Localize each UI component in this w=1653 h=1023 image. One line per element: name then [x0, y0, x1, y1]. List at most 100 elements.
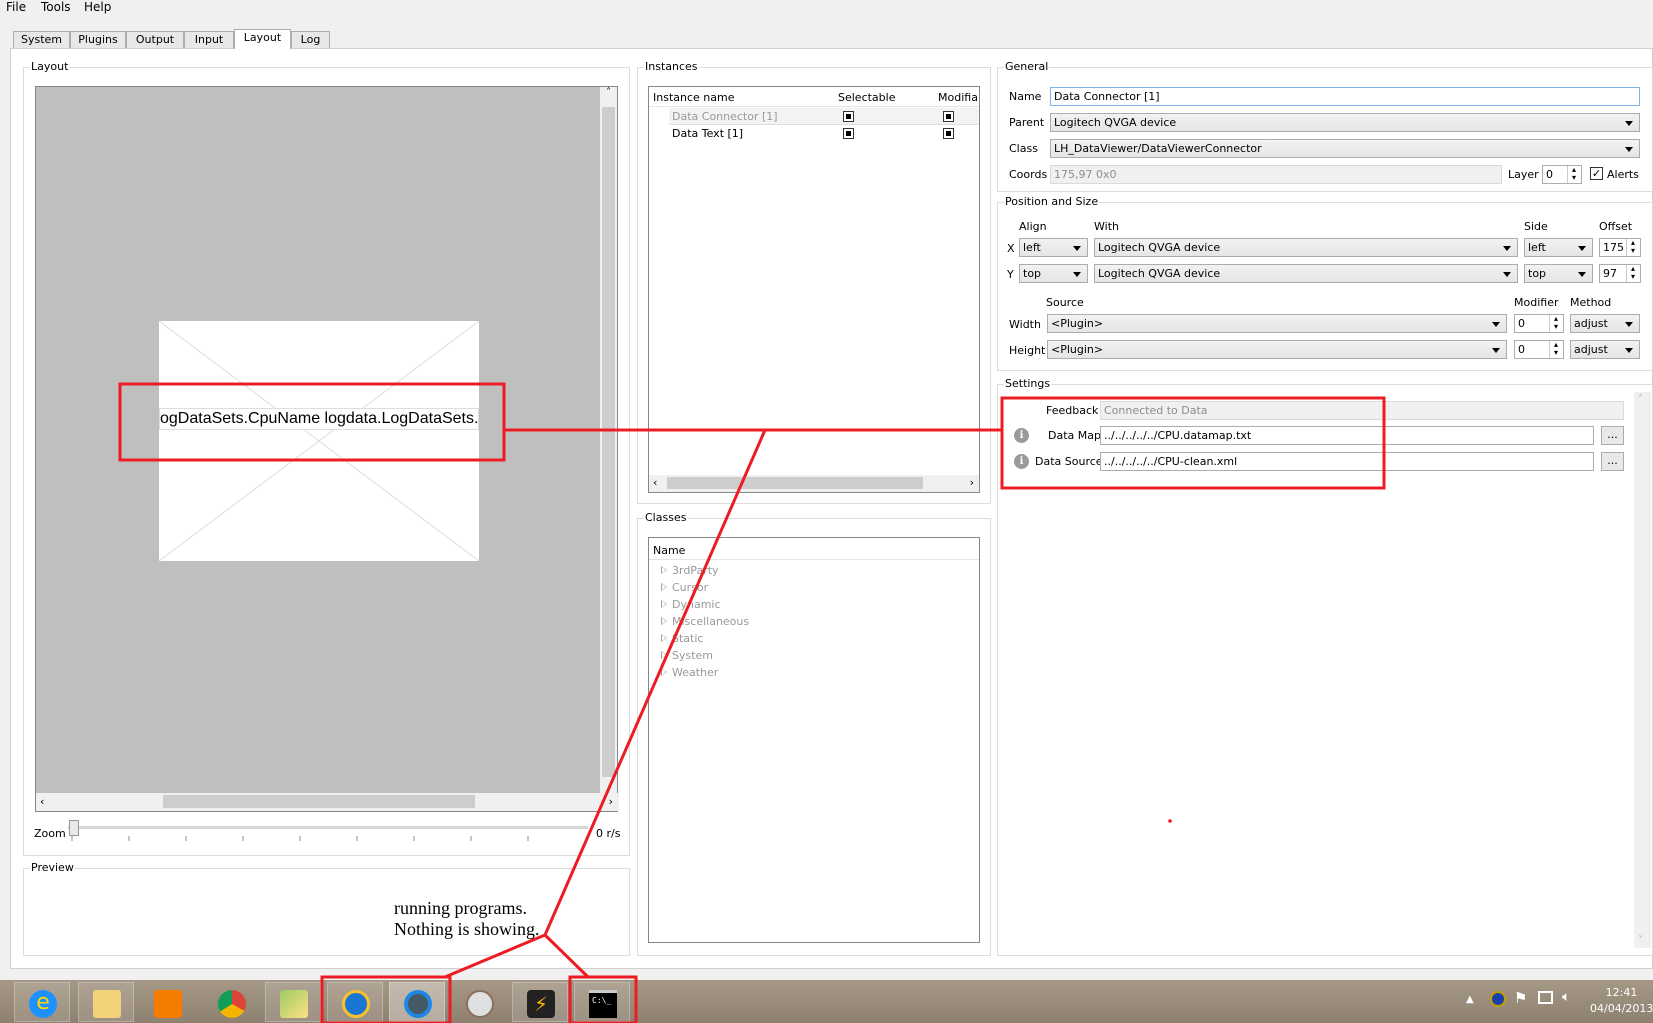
data-map-input[interactable]: ../../../../../CPU.datamap.txt	[1100, 426, 1594, 445]
horizontal-scroll-thumb[interactable]	[163, 795, 475, 808]
layer-spinbox[interactable]: 0	[1542, 165, 1582, 184]
scroll-up-icon[interactable]: ˄	[1638, 394, 1643, 405]
network-icon[interactable]	[1538, 991, 1553, 1004]
taskbar-file-explorer[interactable]	[78, 982, 134, 1022]
info-icon[interactable]: i	[1014, 428, 1029, 443]
data-text-widget[interactable]: ogDataSets.CpuName logdata.LogDataSets.	[159, 408, 479, 430]
data-map-label: Data Map	[1048, 429, 1101, 442]
tab-input[interactable]: Input	[184, 31, 234, 49]
instance-row[interactable]: Data Text [1]	[669, 125, 979, 142]
parent-select[interactable]: Logitech QVGA device	[1050, 113, 1640, 132]
height-method-select[interactable]: adjust	[1570, 340, 1640, 359]
x-side-select[interactable]: left	[1524, 238, 1593, 257]
expand-icon[interactable]	[661, 651, 667, 659]
scroll-right-icon[interactable]: ›	[970, 476, 974, 489]
taskbar-command-prompt[interactable]: C:\_	[574, 982, 630, 1022]
show-hidden-icons[interactable]: ▲	[1466, 994, 1474, 1005]
y-align-select[interactable]: top	[1019, 264, 1088, 283]
scroll-left-icon[interactable]: ‹	[40, 795, 44, 808]
selectable-checkbox[interactable]	[843, 111, 854, 122]
col-instance-name[interactable]: Instance name	[653, 91, 734, 104]
expand-icon[interactable]	[661, 600, 667, 608]
info-icon[interactable]: i	[1014, 454, 1029, 469]
taskbar-internet-explorer[interactable]: e	[14, 982, 70, 1022]
class-item[interactable]: 3rdParty	[649, 562, 979, 579]
classes-tree[interactable]: Name 3rdParty Cursor Dynamic Miscellaneo…	[648, 537, 980, 943]
zoom-slider[interactable]	[68, 820, 588, 836]
width-modifier-spinbox[interactable]: 0	[1514, 314, 1564, 333]
class-item[interactable]: Weather	[649, 664, 979, 681]
menu-tools[interactable]: Tools	[41, 0, 71, 14]
class-item[interactable]: Static	[649, 630, 979, 647]
scroll-right-icon[interactable]: ›	[609, 795, 613, 808]
col-selectable[interactable]: Selectable	[838, 91, 895, 104]
selectable-checkbox[interactable]	[843, 128, 854, 139]
tab-output[interactable]: Output	[126, 31, 184, 49]
taskbar-circle-app[interactable]	[389, 982, 445, 1022]
expand-icon[interactable]	[661, 668, 667, 676]
expand-icon[interactable]	[661, 583, 667, 591]
tab-plugins[interactable]: Plugins	[70, 31, 126, 49]
zoom-slider-handle[interactable]	[69, 820, 79, 836]
taskbar-sync-app[interactable]	[327, 982, 383, 1022]
vertical-scrollbar[interactable]: ˄	[600, 87, 617, 795]
y-offset-spinbox[interactable]: 97	[1599, 264, 1641, 283]
height-source-select[interactable]: <Plugin>	[1047, 340, 1507, 359]
modifiable-checkbox[interactable]	[943, 128, 954, 139]
scroll-left-icon[interactable]: ‹	[653, 476, 657, 489]
folder-icon	[93, 990, 121, 1018]
class-item[interactable]: System	[649, 647, 979, 664]
vertical-scroll-thumb[interactable]	[602, 107, 615, 777]
horizontal-scrollbar[interactable]: ‹ ›	[36, 793, 619, 811]
settings-scrollbar[interactable]: ˄ ˅	[1634, 392, 1651, 948]
x-offset-spinbox[interactable]: 175	[1599, 238, 1641, 257]
network-app-icon[interactable]	[1490, 991, 1506, 1007]
col-modifiable[interactable]: Modifiable	[938, 91, 978, 104]
class-item-label: System	[672, 649, 714, 662]
expand-icon[interactable]	[661, 617, 667, 625]
x-with-select[interactable]: Logitech QVGA device	[1094, 238, 1518, 257]
width-source-select[interactable]: <Plugin>	[1047, 314, 1507, 333]
scroll-up-icon[interactable]: ˄	[600, 87, 617, 104]
tab-system[interactable]: System	[13, 31, 70, 49]
class-item[interactable]: Cursor	[649, 579, 979, 596]
clock[interactable]: 12:41 04/04/2013	[1590, 985, 1653, 1017]
taskbar-paint[interactable]	[451, 982, 507, 1022]
data-source-browse-button[interactable]: ...	[1601, 452, 1624, 471]
scroll-thumb[interactable]	[667, 477, 923, 489]
taskbar-winamp[interactable]: ⚡	[512, 982, 568, 1022]
tab-log[interactable]: Log	[291, 31, 330, 49]
modifiable-checkbox[interactable]	[943, 111, 954, 122]
class-select[interactable]: LH_DataViewer/DataViewerConnector	[1050, 139, 1640, 158]
volume-icon[interactable]: 🔈︎	[1562, 989, 1570, 1005]
y-with-select[interactable]: Logitech QVGA device	[1094, 264, 1518, 283]
menu-help[interactable]: Help	[84, 0, 111, 14]
class-item[interactable]: Miscellaneous	[649, 613, 979, 630]
height-modifier-spinbox[interactable]: 0	[1514, 340, 1564, 359]
expand-icon[interactable]	[661, 566, 667, 574]
layout-canvas[interactable]: ogDataSets.CpuName logdata.LogDataSets. …	[35, 86, 619, 812]
x-align-select[interactable]: left	[1019, 238, 1088, 257]
taskbar-chrome[interactable]	[203, 982, 259, 1022]
width-method-select[interactable]: adjust	[1570, 314, 1640, 333]
col-name[interactable]: Name	[653, 544, 685, 557]
name-input[interactable]: Data Connector [1]	[1050, 87, 1640, 106]
coords-label: Coords	[1009, 168, 1048, 181]
instance-row[interactable]: Data Connector [1]	[669, 108, 979, 125]
flag-icon[interactable]: ⚑	[1514, 989, 1527, 1007]
data-map-browse-button[interactable]: ...	[1601, 426, 1624, 445]
taskbar-media-player[interactable]	[139, 982, 195, 1022]
data-source-input[interactable]: ../../../../../CPU-clean.xml	[1100, 452, 1594, 471]
tab-layout[interactable]: Layout	[234, 29, 291, 49]
expand-icon[interactable]	[661, 634, 667, 642]
menu-file[interactable]: File	[6, 0, 26, 14]
y-side-select[interactable]: top	[1524, 264, 1593, 283]
instances-hscrollbar[interactable]: ‹ ›	[649, 475, 979, 492]
class-item-label: Dynamic	[672, 598, 721, 611]
alerts-checkbox[interactable]: ✓	[1590, 167, 1603, 180]
taskbar-windows-app[interactable]	[265, 982, 321, 1022]
instances-list[interactable]: Instance name Selectable Modifiable Data…	[648, 86, 980, 493]
scroll-down-icon[interactable]: ˅	[1638, 935, 1643, 946]
alerts-label: Alerts	[1607, 168, 1639, 181]
class-item[interactable]: Dynamic	[649, 596, 979, 613]
